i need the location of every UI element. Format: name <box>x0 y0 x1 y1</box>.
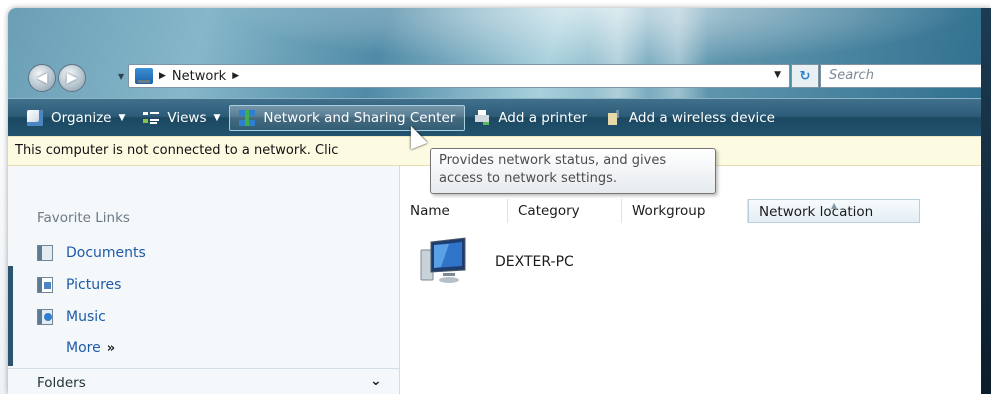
refresh-button[interactable]: ↻ <box>791 64 819 88</box>
computer-name-label[interactable]: DEXTER-PC <box>495 254 574 270</box>
double-chevron-icon: » <box>106 341 116 356</box>
tooltip-line: access to network settings. <box>439 171 618 186</box>
refresh-icon: ↻ <box>799 68 811 84</box>
column-header-label: Network location <box>759 204 874 220</box>
tooltip: Provides network status, and gives acces… <box>430 148 716 194</box>
more-label: More <box>66 340 101 356</box>
back-arrow-icon: ◀ <box>36 70 48 86</box>
sort-ascending-icon: ▲ <box>831 201 838 210</box>
folders-label: Folders <box>37 375 86 391</box>
window-right-edge <box>981 8 991 394</box>
chevron-down-icon: ▼ <box>118 113 126 123</box>
printer-icon <box>474 110 491 126</box>
breadcrumb-network[interactable]: Network <box>172 69 226 84</box>
address-dropdown-icon[interactable]: ▼ <box>774 70 781 80</box>
address-bar[interactable]: ▶ Network ▶ ▼ <box>128 64 790 88</box>
favorite-link-music[interactable]: Music <box>37 309 106 325</box>
file-list-view[interactable]: Name Category Workgroup ▲ Network locati… <box>400 166 981 394</box>
pictures-icon <box>37 277 53 293</box>
network-location-icon <box>135 68 153 84</box>
more-links-button[interactable]: More » <box>66 340 115 356</box>
navigation-pane: Favorite Links Documents Pictures Music … <box>8 166 400 394</box>
add-printer-label: Add a printer <box>498 110 587 126</box>
search-input[interactable]: Search <box>820 64 986 88</box>
favorite-link-label: Music <box>66 309 106 325</box>
organize-label: Organize <box>51 110 112 126</box>
favorite-links-heading: Favorite Links <box>37 210 130 226</box>
network-sharing-center-label: Network and Sharing Center <box>263 110 456 126</box>
column-header-workgroup[interactable]: Workgroup <box>622 199 748 223</box>
favorite-link-label: Documents <box>66 245 146 261</box>
favorite-link-label: Pictures <box>66 277 122 293</box>
music-icon <box>37 309 53 325</box>
favorite-link-pictures[interactable]: Pictures <box>37 277 121 293</box>
breadcrumb-separator-icon[interactable]: ▶ <box>232 71 239 81</box>
add-wireless-device-button[interactable]: Add a wireless device <box>596 104 784 132</box>
window-left-edge <box>8 266 13 366</box>
column-header-network-location[interactable]: ▲ Network location <box>748 199 920 223</box>
organize-button[interactable]: Organize ▼ <box>18 104 134 132</box>
add-printer-button[interactable]: Add a printer <box>465 104 596 132</box>
organize-icon <box>27 110 43 126</box>
chevron-down-icon: ⌄ <box>370 373 382 389</box>
views-icon <box>143 110 160 126</box>
computer-icon[interactable] <box>419 236 469 286</box>
forward-arrow-icon: ▶ <box>66 70 78 86</box>
chevron-down-icon: ▼ <box>213 113 221 123</box>
views-label: Views <box>167 110 207 126</box>
breadcrumb-separator-icon[interactable]: ▶ <box>159 71 166 81</box>
folders-bar[interactable]: Folders ⌄ <box>8 368 399 394</box>
wireless-device-icon <box>604 110 621 126</box>
network-sharing-center-button[interactable]: Network and Sharing Center <box>229 105 466 131</box>
tooltip-line: Provides network status, and gives <box>439 153 667 168</box>
add-wireless-device-label: Add a wireless device <box>628 110 775 126</box>
explorer-window: ◀ ▶ ▼ ▶ Network ▶ ▼ ↻ Search Organize ▼ … <box>8 8 991 394</box>
forward-button[interactable]: ▶ <box>58 64 86 92</box>
views-button[interactable]: Views ▼ <box>134 104 229 132</box>
network-icon <box>239 110 256 126</box>
favorite-link-documents[interactable]: Documents <box>37 245 146 261</box>
command-toolbar: Organize ▼ Views ▼ Network and Sharing C… <box>8 98 991 137</box>
back-button[interactable]: ◀ <box>28 64 56 92</box>
column-header-category[interactable]: Category <box>508 199 622 223</box>
recent-pages-dropdown-icon[interactable]: ▼ <box>118 72 128 82</box>
column-header-name[interactable]: Name <box>400 199 508 223</box>
documents-icon <box>37 245 53 261</box>
